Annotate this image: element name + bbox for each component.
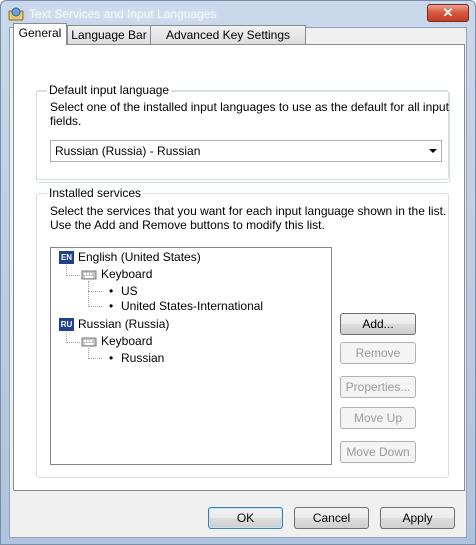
tab-general[interactable]: General — [13, 23, 67, 45]
tree-connector — [88, 281, 89, 307]
add-button[interactable]: Add... — [340, 313, 416, 335]
move-down-button[interactable]: Move Down — [340, 441, 416, 463]
keyboard-icon — [81, 270, 97, 280]
move-up-button[interactable]: Move Up — [340, 407, 416, 429]
apply-button[interactable]: Apply — [380, 507, 455, 529]
ru-language-badge-icon: RU — [59, 318, 74, 331]
keyboard-icon — [81, 337, 97, 347]
tree-node-en-keyboard[interactable]: Keyboard — [101, 267, 152, 281]
ok-button[interactable]: OK — [208, 507, 283, 529]
default-language-description: Select one of the installed input langua… — [50, 100, 449, 128]
tree-connector — [66, 342, 80, 343]
installed-services-label: Installed services — [47, 186, 144, 200]
tree-node-us[interactable]: US — [121, 284, 138, 298]
window-title: Text Services and Input Languages — [29, 7, 217, 21]
installed-services-description: Select the services that you want for ea… — [50, 204, 447, 232]
tab-advanced-key-settings[interactable]: Advanced Key Settings — [150, 25, 306, 44]
keyboard-globe-icon — [8, 7, 24, 21]
default-language-dropdown[interactable]: Russian (Russia) - Russian — [50, 140, 442, 162]
bullet-icon: • — [109, 284, 114, 298]
tree-node-ru-keyboard[interactable]: Keyboard — [101, 334, 152, 348]
tree-connector — [88, 358, 102, 359]
tree-connector — [88, 291, 102, 292]
close-icon: ✕ — [442, 5, 454, 20]
properties-button[interactable]: Properties... — [340, 376, 416, 398]
tree-connector — [88, 306, 102, 307]
bullet-icon: • — [109, 351, 114, 365]
bullet-icon: • — [109, 299, 114, 313]
cancel-button[interactable]: Cancel — [294, 507, 369, 529]
tree-node-english[interactable]: English (United States) — [78, 250, 201, 264]
default-language-label: Default input language — [47, 83, 172, 97]
tree-node-russian-russia[interactable]: Russian (Russia) — [78, 317, 169, 331]
tree-node-united-states-international[interactable]: United States-International — [121, 299, 263, 313]
tab-language-bar[interactable]: Language Bar — [67, 25, 151, 44]
remove-button[interactable]: Remove — [340, 342, 416, 364]
title-bar[interactable]: Text Services and Input Languages ✕ — [1, 1, 475, 27]
chevron-down-icon — [429, 149, 437, 153]
installed-services-tree[interactable]: EN English (United States) Keyboard • US… — [50, 247, 332, 465]
tree-node-russian[interactable]: Russian — [121, 351, 164, 365]
en-language-badge-icon: EN — [59, 251, 74, 264]
tree-connector — [66, 275, 80, 276]
close-button[interactable]: ✕ — [427, 4, 469, 22]
default-language-value: Russian (Russia) - Russian — [55, 144, 201, 158]
